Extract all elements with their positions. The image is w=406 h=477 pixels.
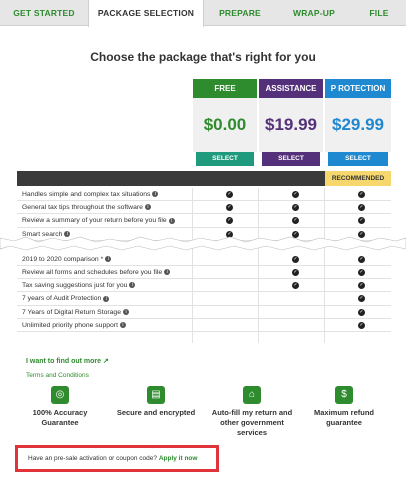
find-out-more-text: I want to find out more: [26, 358, 102, 365]
feature-label: General tax tips throughout the software: [22, 204, 143, 212]
package-free-price: $0.00: [193, 98, 257, 152]
column-divider: [324, 188, 325, 343]
refund-icon: $: [335, 386, 353, 404]
info-icon[interactable]: i: [168, 217, 175, 224]
apply-coupon-link[interactable]: Apply it now: [159, 455, 198, 462]
feature-label: 2019 to 2020 comparison *: [22, 255, 104, 263]
guarantee-accuracy: ◎ 100% Accuracy Guarantee: [20, 386, 100, 428]
check-icon: ✓: [292, 282, 299, 290]
check-icon: ✓: [358, 268, 365, 276]
external-link-icon: ↗: [103, 358, 109, 365]
select-free-button[interactable]: SELECT: [196, 152, 254, 166]
target-icon: ◎: [51, 386, 69, 404]
check-icon: ✓: [358, 255, 365, 263]
info-icon[interactable]: i: [144, 204, 151, 211]
check-icon: ✓: [292, 191, 299, 198]
check-icon: ✓: [292, 255, 299, 263]
step-tabs: GET STARTED PACKAGE SELECTION PREPARE WR…: [0, 0, 406, 27]
package-assistance-price: $19.99: [259, 98, 323, 152]
guarantee-refund-text: Maximum refund guarantee: [313, 408, 374, 427]
check-icon: ✓: [292, 268, 299, 276]
info-icon[interactable]: i: [152, 191, 159, 198]
tab-get-started[interactable]: GET STARTED: [0, 0, 88, 26]
coupon-text: Have an pre-sale activation or coupon co…: [28, 455, 157, 462]
lock-icon: ▤: [147, 386, 165, 404]
terms-link[interactable]: Terms and Conditions: [26, 372, 89, 379]
check-icon: ✓: [358, 204, 365, 212]
government-building-icon: ⌂: [243, 386, 261, 404]
feature-row: Unlimited priority phone support i ✓: [17, 319, 391, 332]
tab-package-selection[interactable]: PACKAGE SELECTION: [88, 0, 204, 27]
select-protection-button[interactable]: SELECT: [328, 152, 388, 166]
select-assistance-button[interactable]: SELECT: [262, 152, 320, 166]
check-icon: ✓: [292, 217, 299, 225]
feature-row: Review all forms and schedules before yo…: [17, 266, 391, 280]
info-icon[interactable]: i: [105, 255, 112, 262]
tab-file[interactable]: FILE: [352, 0, 406, 26]
info-icon[interactable]: i: [103, 295, 110, 302]
guarantee-secure: ▤ Secure and encrypted: [116, 386, 196, 418]
check-icon: ✓: [226, 217, 233, 225]
check-icon: ✓: [292, 204, 299, 212]
find-out-more-link[interactable]: I want to find out more ↗: [26, 357, 109, 365]
package-assistance: ASSISTANCE $19.99 SELECT: [259, 79, 323, 166]
guarantee-accuracy-text: 100% Accuracy Guarantee: [32, 408, 88, 427]
guarantee-refund: $ Maximum refund guarantee: [304, 386, 384, 428]
guarantee-autofill: ⌂ Auto-fill my return and other governme…: [210, 386, 294, 438]
info-icon[interactable]: i: [123, 308, 129, 315]
feature-label: Review a summary of your return before y…: [22, 217, 167, 225]
tab-prepare[interactable]: PREPARE: [204, 0, 276, 26]
guarantee-secure-text: Secure and encrypted: [116, 408, 196, 417]
check-icon: ✓: [358, 282, 365, 290]
feature-label: Handles simple and complex tax situation…: [22, 191, 151, 198]
package-protection-price: $29.99: [325, 98, 391, 152]
check-icon: ✓: [358, 321, 365, 329]
check-icon: ✓: [358, 191, 365, 198]
torn-edge-divider: [0, 236, 406, 251]
recommended-badge: RECOMMENDED: [325, 171, 391, 186]
info-icon[interactable]: i: [129, 282, 136, 289]
check-icon: ✓: [226, 204, 233, 212]
coupon-prompt: Have an pre-sale activation or coupon co…: [15, 445, 219, 472]
feature-row: Handles simple and complex tax situation…: [17, 188, 391, 202]
package-protection-name: P ROTECTION: [325, 79, 391, 98]
guarantee-autofill-text: Auto-fill my return and other government…: [211, 408, 293, 437]
feature-label: 7 years of Audit Protection: [22, 295, 102, 303]
feature-row: 7 Years of Digital Return Storage i ✓: [17, 306, 391, 319]
package-protection: P ROTECTION $29.99 SELECT: [325, 79, 391, 166]
tab-wrap-up[interactable]: WRAP-UP: [276, 0, 352, 26]
check-icon: ✓: [358, 217, 365, 225]
package-assistance-name: ASSISTANCE: [259, 79, 323, 98]
feature-label: Unlimited priority phone support: [22, 321, 118, 329]
feature-row: General tax tips throughout the software…: [17, 201, 391, 215]
check-icon: ✓: [358, 308, 365, 316]
feature-table: Handles simple and complex tax situation…: [17, 188, 391, 332]
package-free-name: FREE: [193, 79, 257, 98]
feature-row: 2019 to 2020 comparison * i ✓ ✓: [17, 253, 391, 266]
feature-label: Tax saving suggestions just for you: [22, 282, 128, 290]
info-icon[interactable]: i: [164, 269, 171, 276]
feature-label: 7 Years of Digital Return Storage: [22, 308, 121, 316]
package-free: FREE $0.00 SELECT: [193, 79, 257, 166]
feature-row: 7 years of Audit Protection i ✓: [17, 292, 391, 306]
column-divider: [192, 188, 193, 343]
feature-label: Review all forms and schedules before yo…: [22, 268, 163, 276]
page-title: Choose the package that's right for you: [90, 50, 316, 64]
check-icon: ✓: [226, 191, 233, 198]
check-icon: ✓: [358, 295, 365, 303]
feature-row: Review a summary of your return before y…: [17, 214, 391, 228]
feature-row: Tax saving suggestions just for you i ✓ ✓: [17, 279, 391, 293]
column-divider: [258, 188, 259, 343]
info-icon[interactable]: i: [119, 321, 126, 328]
